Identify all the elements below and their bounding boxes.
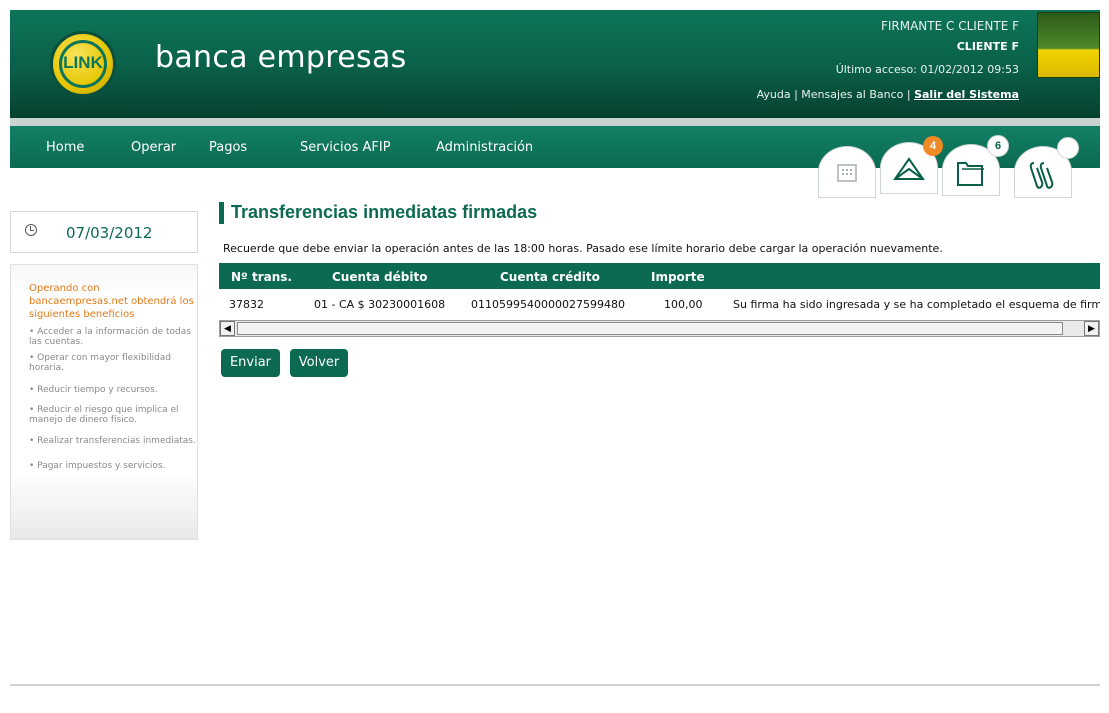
header-transaction-number: Nº trans. [231,270,292,284]
bank-messages-link[interactable]: Mensajes al Banco [801,88,903,101]
benefit-item: • Acceder a la información de todas las … [29,327,191,347]
date-box: 07/03/2012 [10,211,198,253]
table-row[interactable]: 37832 01 - CA $ 30230001608 011059954000… [219,292,1100,318]
logout-link[interactable]: Salir del Sistema [914,88,1019,101]
calendar-icon [819,159,875,192]
folder-icon [943,157,999,194]
scroll-thumb[interactable] [237,322,1063,335]
benefit-item: • Realizar transferencias inmediatas. [29,436,196,446]
header-credit-account: Cuenta crédito [500,270,600,284]
nav-home[interactable]: Home [46,140,84,155]
nav-administracion[interactable]: Administración [436,140,533,155]
link-separator: | [903,88,915,101]
cell-transaction-number: 37832 [229,298,264,311]
horizontal-scrollbar[interactable]: ◀ ▶ [219,320,1100,337]
benefit-item: • Reducir el riesgo que implica el manej… [29,405,179,425]
scroll-right-icon[interactable]: ▶ [1084,321,1099,336]
cell-debit-account: 01 - CA $ 30230001608 [314,298,446,311]
nav-pagos[interactable]: Pagos [209,140,247,155]
page-header: LINK banca empresas FIRMANTE C CLIENTE F… [10,10,1100,118]
scroll-left-icon[interactable]: ◀ [220,321,235,336]
benefit-item: • Reducir tiempo y recursos. [29,385,158,395]
paperclip-icon [1015,159,1071,196]
header-debit-account: Cuenta débito [332,270,428,284]
cell-credit-account: 0110599540000027599480 [471,298,625,311]
top-links: Ayuda | Mensajes al Banco | Salir del Si… [757,88,1019,101]
cell-amount: 100,00 [664,298,703,311]
page-title: Transferencias inmediatas firmadas [231,202,538,222]
header-amount: Importe [651,270,705,284]
nav-servicios-afip[interactable]: Servicios AFIP [300,140,391,155]
brand-title: banca empresas [155,40,407,75]
current-date: 07/03/2012 [66,224,153,242]
table-header: Nº trans. Cuenta débito Cuenta crédito I… [219,263,1100,289]
messages-badge: 4 [923,136,943,156]
link-logo[interactable]: LINK [50,31,116,97]
cell-status: Su firma ha sido ingresada y se ha compl… [733,298,1100,311]
header-divider [10,118,1100,126]
user-photo [1037,12,1100,78]
title-accent-bar [219,202,224,224]
footer-divider [10,684,1100,686]
company-name: CLIENTE F [956,40,1019,53]
calendar-tab[interactable] [818,146,876,198]
attachments-badge [1057,137,1079,159]
nav-operar[interactable]: Operar [131,140,176,155]
logo-text: LINK [63,53,103,72]
help-link[interactable]: Ayuda [757,88,791,101]
last-access: Último acceso: 01/02/2012 09:53 [835,63,1019,76]
benefits-title: Operando con bancaempresas.net obtendrá … [29,283,194,320]
back-button[interactable]: Volver [290,349,348,377]
time-limit-notice: Recuerde que debe enviar la operación an… [223,242,943,255]
envelope-icon [881,155,937,190]
link-separator: | [790,88,802,101]
benefit-item: • Pagar impuestos y servicios. [29,461,166,471]
benefits-panel: Operando con bancaempresas.net obtendrá … [10,264,198,540]
user-name: FIRMANTE C CLIENTE F [880,19,1019,33]
clock-icon [25,224,37,236]
documents-badge: 6 [987,135,1009,157]
send-button[interactable]: Enviar [221,349,280,377]
benefit-item: • Operar con mayor flexibilidad horaria. [29,353,172,373]
